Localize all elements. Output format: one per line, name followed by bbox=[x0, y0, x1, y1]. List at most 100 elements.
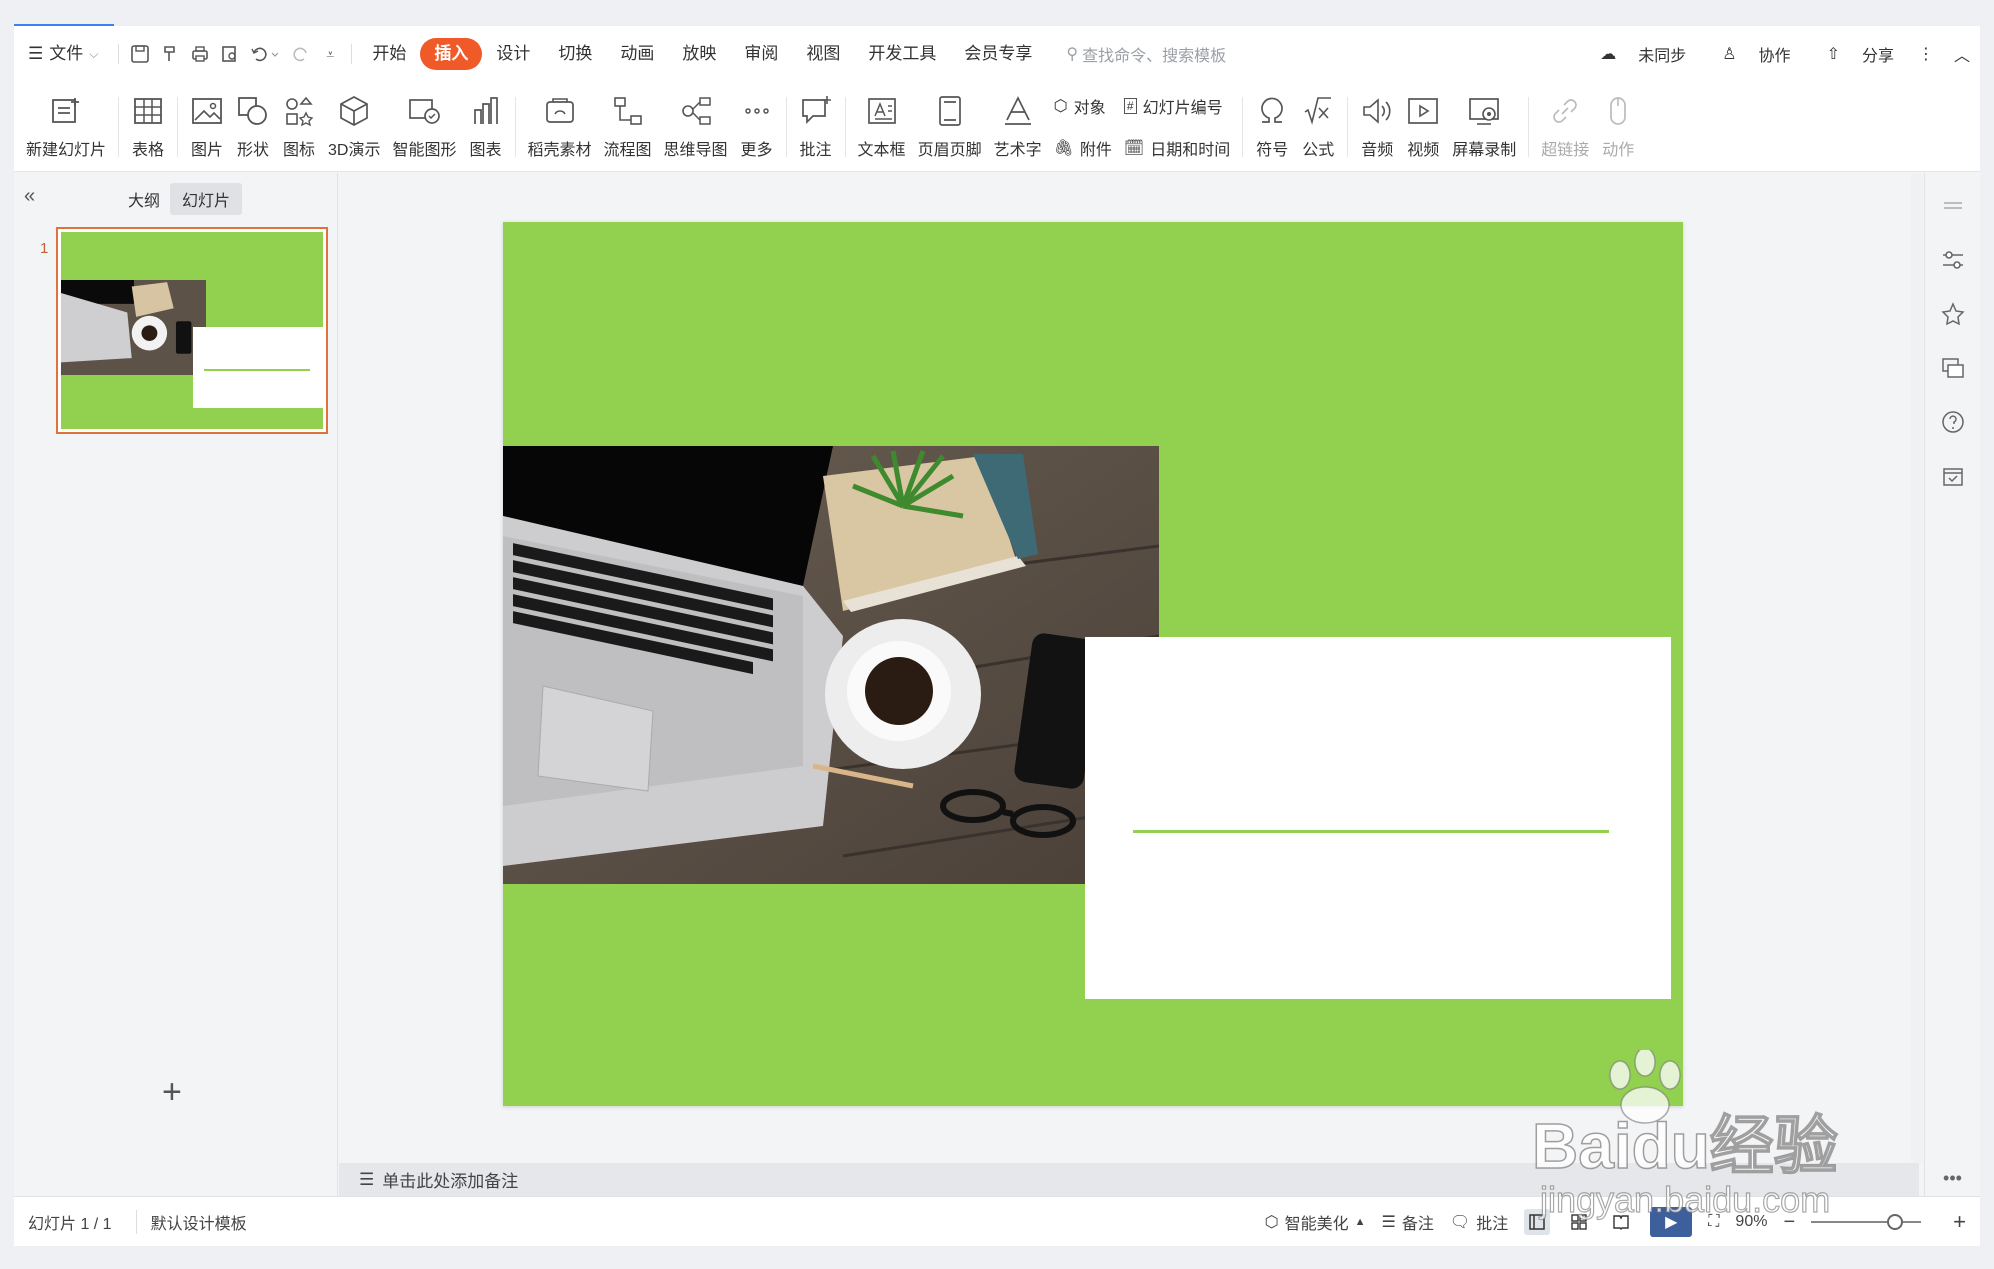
drag-handle-icon[interactable] bbox=[1940, 193, 1966, 219]
tab-developer[interactable]: 开发工具 bbox=[854, 38, 950, 70]
datetime-button[interactable]: 🗓 日期和时间 bbox=[1124, 136, 1230, 160]
tab-review[interactable]: 审阅 bbox=[730, 38, 792, 70]
vertical-scrollbar[interactable] bbox=[1911, 173, 1923, 1163]
collapse-ribbon-icon[interactable]: ︿ bbox=[1954, 42, 1970, 66]
docer-assets-button[interactable]: 稻壳素材 bbox=[522, 87, 598, 167]
3d-model-button[interactable]: 3D演示 bbox=[322, 87, 386, 167]
template-name[interactable]: 默认设计模板 bbox=[135, 1209, 247, 1234]
notes-toggle[interactable]: ☰ 备注 bbox=[1382, 1210, 1434, 1234]
reading-view-icon[interactable] bbox=[1608, 1209, 1634, 1235]
slide-canvas[interactable] bbox=[503, 222, 1683, 1106]
tab-home[interactable]: 开始 bbox=[358, 38, 420, 70]
divider bbox=[514, 96, 516, 157]
caret-up-icon: ▲ bbox=[1354, 1216, 1366, 1228]
notes-lines-icon: ☰ bbox=[1381, 1214, 1396, 1231]
text-placeholder-box[interactable] bbox=[1085, 637, 1671, 999]
hamburger-icon: ☰ bbox=[28, 44, 44, 63]
desk-photo[interactable] bbox=[503, 446, 1159, 884]
slide-number-button[interactable]: # 幻灯片编号 bbox=[1123, 94, 1230, 118]
formula-button[interactable]: 公式 bbox=[1295, 87, 1341, 167]
flowchart-button[interactable]: 流程图 bbox=[598, 87, 658, 167]
beautify-button[interactable]: ⬡ 智能美化 ▲ bbox=[1265, 1210, 1366, 1234]
textbox-icon bbox=[867, 97, 896, 124]
tab-member[interactable]: 会员专享 bbox=[950, 38, 1046, 70]
ribbon-insert: 新建幻灯片 表格 图片 形状 图标 3D演示 智能图形 图表 稻壳素材 流程图 … bbox=[14, 82, 1980, 172]
notes-pane[interactable]: ☰ 单击此处添加备注 bbox=[339, 1163, 1919, 1196]
properties-icon[interactable] bbox=[1940, 247, 1966, 273]
zoom-slider[interactable] bbox=[1811, 1214, 1922, 1230]
more-dots-icon bbox=[744, 107, 769, 114]
slides-gallery-icon[interactable] bbox=[1940, 355, 1966, 381]
icon-button[interactable]: 图标 bbox=[276, 87, 322, 167]
save-icon[interactable] bbox=[125, 39, 155, 69]
comment-icon bbox=[801, 95, 831, 124]
sync-button[interactable]: ☁ 未同步 bbox=[1582, 42, 1686, 66]
backup-icon[interactable] bbox=[1940, 463, 1966, 489]
wordart-icon bbox=[1004, 95, 1031, 125]
collab-button[interactable]: ♙ 协作 bbox=[1704, 42, 1790, 66]
tab-design[interactable]: 设计 bbox=[482, 38, 544, 70]
tab-outline[interactable]: 大纲 bbox=[118, 183, 170, 215]
insert-small-group: ⬡ 对象 🖇 附件 bbox=[1048, 94, 1118, 160]
paperclip-icon: 🖇 bbox=[1053, 139, 1074, 157]
header-footer-button[interactable]: 页眉页脚 bbox=[912, 87, 988, 167]
wordart-button[interactable]: 艺术字 bbox=[988, 87, 1048, 167]
mindmap-button[interactable]: 思维导图 bbox=[658, 87, 734, 167]
status-bar: 幻灯片 1 / 1 默认设计模板 ⬡ 智能美化 ▲ ☰ 备注 🗨 批注 ▶ ⛶ 90% … bbox=[14, 1196, 1980, 1246]
customize-toolbar-icon[interactable]: ⩡ bbox=[315, 39, 345, 69]
tab-insert[interactable]: 插入 bbox=[420, 38, 483, 70]
zoom-slider-knob[interactable] bbox=[1887, 1214, 1904, 1230]
new-slide-button[interactable]: 新建幻灯片 bbox=[20, 87, 112, 167]
search-placeholder: 查找命令、搜索模板 bbox=[1082, 48, 1227, 65]
fit-window-icon[interactable]: ⛶ bbox=[1708, 1213, 1719, 1231]
comments-toggle[interactable]: 🗨 批注 bbox=[1450, 1210, 1508, 1234]
object-button[interactable]: ⬡ 对象 bbox=[1054, 94, 1112, 118]
tab-view[interactable]: 视图 bbox=[792, 38, 854, 70]
zoom-in-icon[interactable]: + bbox=[1953, 1209, 1966, 1235]
attachment-button[interactable]: 🖇 附件 bbox=[1054, 136, 1112, 160]
add-slide-button[interactable]: + bbox=[162, 1073, 182, 1112]
collapse-panel-icon[interactable]: « bbox=[24, 185, 35, 208]
format-painter-icon[interactable] bbox=[155, 39, 185, 69]
docer-icon bbox=[545, 97, 574, 123]
shape-button[interactable]: 形状 bbox=[230, 87, 276, 167]
comment-button[interactable]: 批注 bbox=[793, 87, 839, 167]
symbol-button[interactable]: 符号 bbox=[1249, 87, 1295, 167]
table-button[interactable]: 表格 bbox=[125, 87, 171, 167]
file-menu[interactable]: ☰ 文件 ⌵ bbox=[14, 38, 112, 70]
slide-thumbnail[interactable] bbox=[56, 227, 328, 434]
screen-record-button[interactable]: 屏幕录制 bbox=[1446, 87, 1522, 167]
command-search[interactable]: ⚲ 查找命令、搜索模板 bbox=[1066, 42, 1226, 66]
picture-button[interactable]: 图片 bbox=[184, 87, 230, 167]
omega-icon bbox=[1261, 97, 1284, 123]
tab-transitions[interactable]: 切换 bbox=[544, 38, 606, 70]
undo-icon[interactable] bbox=[245, 39, 285, 69]
calendar-icon: 🗓 bbox=[1123, 139, 1145, 157]
print-preview-icon[interactable] bbox=[215, 39, 245, 69]
cube-icon bbox=[340, 95, 369, 126]
chart-button[interactable]: 图表 bbox=[463, 87, 509, 167]
grid-view-icon[interactable] bbox=[1566, 1209, 1592, 1235]
help-icon[interactable] bbox=[1940, 409, 1966, 435]
video-button[interactable]: 视频 bbox=[1400, 87, 1446, 167]
accent-line[interactable] bbox=[1133, 830, 1609, 833]
smartart-button[interactable]: 智能图形 bbox=[386, 87, 462, 167]
tab-slides[interactable]: 幻灯片 bbox=[170, 183, 243, 215]
audio-button[interactable]: 音频 bbox=[1354, 87, 1400, 167]
tab-slideshow[interactable]: 放映 bbox=[668, 38, 730, 70]
star-icon[interactable] bbox=[1940, 301, 1966, 327]
share-button[interactable]: ⇧ 分享 bbox=[1809, 42, 1894, 66]
more-options-icon[interactable]: ••• bbox=[1943, 1168, 1962, 1189]
zoom-out-icon[interactable]: − bbox=[1783, 1211, 1795, 1234]
normal-view-icon[interactable] bbox=[1524, 1209, 1551, 1235]
more-vertical-icon[interactable]: ⋮ bbox=[1918, 44, 1934, 64]
textbox-button[interactable]: 文本框 bbox=[852, 87, 912, 167]
tab-animations[interactable]: 动画 bbox=[606, 38, 668, 70]
zoom-level[interactable]: 90% bbox=[1735, 1213, 1767, 1231]
redo-icon[interactable] bbox=[285, 39, 315, 69]
print-icon[interactable] bbox=[185, 39, 215, 69]
play-slideshow-button[interactable]: ▶ bbox=[1650, 1207, 1693, 1237]
hyperlink-button[interactable]: 超链接 bbox=[1535, 87, 1595, 167]
action-button[interactable]: 动作 bbox=[1595, 87, 1641, 167]
more-button[interactable]: 更多 bbox=[734, 87, 780, 167]
